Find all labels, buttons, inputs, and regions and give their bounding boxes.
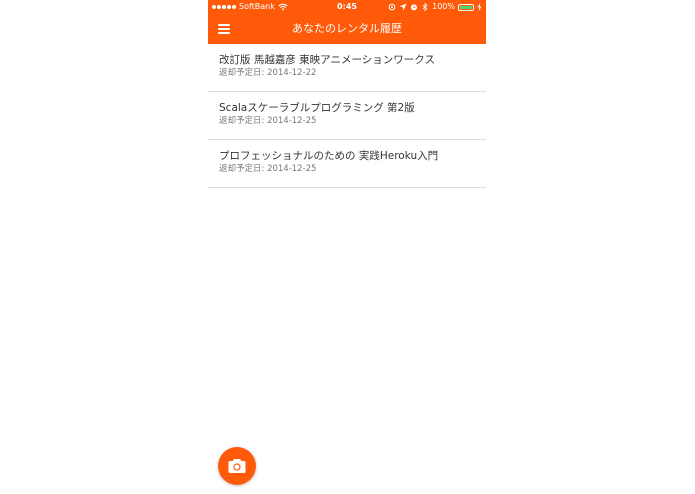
page-title: あなたのレンタル履歴	[292, 22, 402, 35]
rental-history-list: 改訂版 馬越嘉彦 東映アニメーションワークス 返却予定日: 2014-12-22…	[208, 44, 486, 188]
navigation-arrow-icon	[399, 3, 407, 11]
rental-due-date: 返却予定日: 2014-12-22	[219, 68, 317, 78]
rental-due-date: 返却予定日: 2014-12-25	[219, 164, 317, 174]
battery-icon	[458, 3, 474, 11]
alarm-icon	[411, 4, 418, 11]
bluetooth-icon	[422, 3, 428, 11]
list-item[interactable]: 改訂版 馬越嘉彦 東映アニメーションワークス 返却予定日: 2014-12-22	[208, 44, 486, 92]
list-item[interactable]: Scalaスケーラブルプログラミング 第2版 返却予定日: 2014-12-25	[208, 92, 486, 140]
camera-button[interactable]	[218, 447, 256, 485]
navigation-bar: あなたのレンタル履歴	[208, 14, 486, 44]
rental-title: 改訂版 馬越嘉彦 東映アニメーションワークス	[219, 54, 435, 66]
charging-icon	[477, 3, 482, 11]
rental-title: Scalaスケーラブルプログラミング 第2版	[219, 102, 415, 114]
list-item[interactable]: プロフェッショナルのための 実践Heroku入門 返却予定日: 2014-12-…	[208, 140, 486, 188]
phone-screen: SoftBank 0:45 100% あなたのレンタル履歴 改訂版 馬越嘉彦 東…	[208, 0, 486, 494]
location-icon	[388, 3, 396, 11]
rental-due-date: 返却予定日: 2014-12-25	[219, 116, 317, 126]
battery-percent: 100%	[432, 2, 455, 11]
status-bar-right: 100%	[388, 0, 482, 14]
camera-icon	[228, 459, 246, 473]
status-bar: SoftBank 0:45 100%	[208, 0, 486, 14]
battery-level	[460, 5, 472, 9]
rental-title: プロフェッショナルのための 実践Heroku入門	[219, 150, 439, 162]
